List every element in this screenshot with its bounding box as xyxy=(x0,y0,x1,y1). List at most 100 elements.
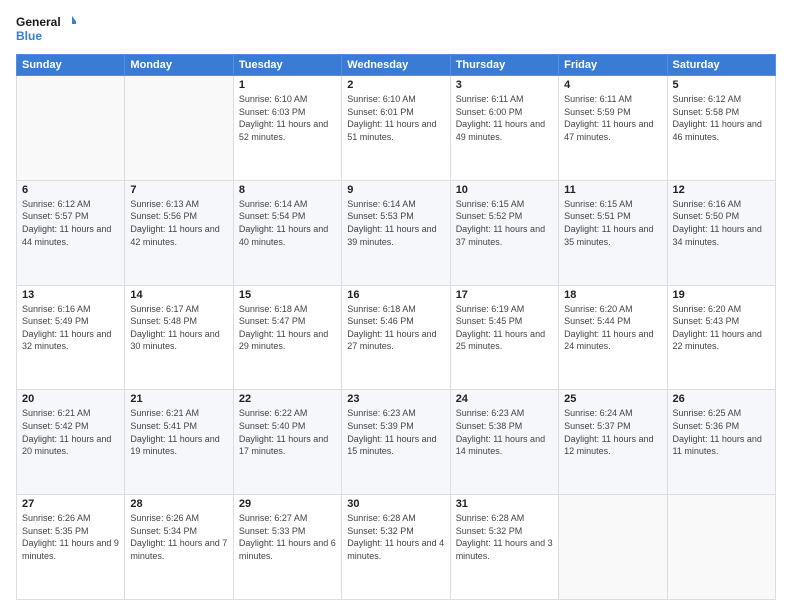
day-number: 5 xyxy=(673,79,770,91)
svg-text:General: General xyxy=(16,15,61,29)
weekday-header-monday: Monday xyxy=(125,55,233,76)
day-info: Sunrise: 6:28 AMSunset: 5:32 PMDaylight:… xyxy=(347,512,444,562)
calendar-cell: 6Sunrise: 6:12 AMSunset: 5:57 PMDaylight… xyxy=(17,180,125,285)
calendar-page: General Blue SundayMondayTuesdayWednesda… xyxy=(0,0,792,612)
day-number: 17 xyxy=(456,289,553,301)
calendar-cell: 17 Sunrise: 6:19 AMSunset: 5:45 PMDayligh… xyxy=(450,285,558,390)
calendar-cell: 8Sunrise: 6:14 AMSunset: 5:54 PMDaylight… xyxy=(233,180,341,285)
calendar-cell xyxy=(667,495,775,600)
calendar-cell: 30 Sunrise: 6:28 AMSunset: 5:32 PMDayligh… xyxy=(342,495,450,600)
calendar-week-row: 20 Sunrise: 6:21 AMSunset: 5:42 PMDayligh… xyxy=(17,390,776,495)
day-number: 12 xyxy=(673,184,770,196)
weekday-header-friday: Friday xyxy=(559,55,667,76)
day-info: Sunrise: 6:21 AMSunset: 5:41 PMDaylight:… xyxy=(130,407,227,457)
day-info: Sunrise: 6:23 AMSunset: 5:38 PMDaylight:… xyxy=(456,407,553,457)
day-info: Sunrise: 6:10 AMSunset: 6:01 PMDaylight:… xyxy=(347,93,444,143)
day-number: 24 xyxy=(456,393,553,405)
calendar-cell: 28 Sunrise: 6:26 AMSunset: 5:34 PMDayligh… xyxy=(125,495,233,600)
day-info: Sunrise: 6:26 AMSunset: 5:34 PMDaylight:… xyxy=(130,512,227,562)
day-number: 26 xyxy=(673,393,770,405)
day-info: Sunrise: 6:20 AMSunset: 5:44 PMDaylight:… xyxy=(564,303,661,353)
day-number: 21 xyxy=(130,393,227,405)
calendar-cell: 26Sunrise: 6:25 AMSunset: 5:36 PMDayligh… xyxy=(667,390,775,495)
day-info: Sunrise: 6:26 AMSunset: 5:35 PMDaylight:… xyxy=(22,512,119,562)
day-number: 3 xyxy=(456,79,553,91)
day-number: 9 xyxy=(347,184,444,196)
calendar-cell: 2 Sunrise: 6:10 AMSunset: 6:01 PMDaylight… xyxy=(342,76,450,181)
weekday-header-wednesday: Wednesday xyxy=(342,55,450,76)
calendar-week-row: 27 Sunrise: 6:26 AMSunset: 5:35 PMDayligh… xyxy=(17,495,776,600)
calendar-cell: 13 Sunrise: 6:16 AMSunset: 5:49 PMDayligh… xyxy=(17,285,125,390)
calendar-cell: 22 Sunrise: 6:22 AMSunset: 5:40 PMDayligh… xyxy=(233,390,341,495)
logo-svg: General Blue xyxy=(16,12,76,46)
day-number: 30 xyxy=(347,498,444,510)
calendar-cell: 7 Sunrise: 6:13 AMSunset: 5:56 PMDaylight… xyxy=(125,180,233,285)
calendar-body: 1 Sunrise: 6:10 AMSunset: 6:03 PMDaylight… xyxy=(17,76,776,600)
day-number: 13 xyxy=(22,289,119,301)
calendar-cell: 31 Sunrise: 6:28 AMSunset: 5:32 PMDayligh… xyxy=(450,495,558,600)
day-info: Sunrise: 6:11 AMSunset: 5:59 PMDaylight:… xyxy=(564,93,661,143)
weekday-header-saturday: Saturday xyxy=(667,55,775,76)
day-number: 16 xyxy=(347,289,444,301)
day-number: 10 xyxy=(456,184,553,196)
day-info: Sunrise: 6:16 AMSunset: 5:50 PMDaylight:… xyxy=(673,198,770,248)
day-info: Sunrise: 6:12 AMSunset: 5:58 PMDaylight:… xyxy=(673,93,770,143)
calendar-cell: 10Sunrise: 6:15 AMSunset: 5:52 PMDayligh… xyxy=(450,180,558,285)
calendar-cell: 11 Sunrise: 6:15 AMSunset: 5:51 PMDayligh… xyxy=(559,180,667,285)
calendar-cell: 16 Sunrise: 6:18 AMSunset: 5:46 PMDayligh… xyxy=(342,285,450,390)
day-number: 14 xyxy=(130,289,227,301)
calendar-cell: 14Sunrise: 6:17 AMSunset: 5:48 PMDayligh… xyxy=(125,285,233,390)
day-number: 28 xyxy=(130,498,227,510)
day-number: 20 xyxy=(22,393,119,405)
weekday-header-sunday: Sunday xyxy=(17,55,125,76)
day-info: Sunrise: 6:19 AMSunset: 5:45 PMDaylight:… xyxy=(456,303,553,353)
day-number: 2 xyxy=(347,79,444,91)
calendar-week-row: 6Sunrise: 6:12 AMSunset: 5:57 PMDaylight… xyxy=(17,180,776,285)
day-number: 18 xyxy=(564,289,661,301)
calendar-cell: 5 Sunrise: 6:12 AMSunset: 5:58 PMDaylight… xyxy=(667,76,775,181)
weekday-header-row: SundayMondayTuesdayWednesdayThursdayFrid… xyxy=(17,55,776,76)
calendar-week-row: 1 Sunrise: 6:10 AMSunset: 6:03 PMDaylight… xyxy=(17,76,776,181)
day-info: Sunrise: 6:27 AMSunset: 5:33 PMDaylight:… xyxy=(239,512,336,562)
day-number: 15 xyxy=(239,289,336,301)
calendar-cell: 1 Sunrise: 6:10 AMSunset: 6:03 PMDaylight… xyxy=(233,76,341,181)
logo: General Blue xyxy=(16,12,76,46)
calendar-cell: 23Sunrise: 6:23 AMSunset: 5:39 PMDayligh… xyxy=(342,390,450,495)
calendar-cell: 12 Sunrise: 6:16 AMSunset: 5:50 PMDayligh… xyxy=(667,180,775,285)
calendar-cell: 15 Sunrise: 6:18 AMSunset: 5:47 PMDayligh… xyxy=(233,285,341,390)
calendar-cell: 4 Sunrise: 6:11 AMSunset: 5:59 PMDaylight… xyxy=(559,76,667,181)
day-info: Sunrise: 6:24 AMSunset: 5:37 PMDaylight:… xyxy=(564,407,661,457)
day-info: Sunrise: 6:18 AMSunset: 5:47 PMDaylight:… xyxy=(239,303,336,353)
day-number: 25 xyxy=(564,393,661,405)
svg-text:Blue: Blue xyxy=(16,29,42,43)
calendar-cell xyxy=(559,495,667,600)
day-info: Sunrise: 6:16 AMSunset: 5:49 PMDaylight:… xyxy=(22,303,119,353)
day-info: Sunrise: 6:13 AMSunset: 5:56 PMDaylight:… xyxy=(130,198,227,248)
day-number: 29 xyxy=(239,498,336,510)
day-info: Sunrise: 6:21 AMSunset: 5:42 PMDaylight:… xyxy=(22,407,119,457)
day-info: Sunrise: 6:14 AMSunset: 5:53 PMDaylight:… xyxy=(347,198,444,248)
calendar-cell: 27 Sunrise: 6:26 AMSunset: 5:35 PMDayligh… xyxy=(17,495,125,600)
day-info: Sunrise: 6:11 AMSunset: 6:00 PMDaylight:… xyxy=(456,93,553,143)
day-info: Sunrise: 6:15 AMSunset: 5:51 PMDaylight:… xyxy=(564,198,661,248)
calendar-cell: 21 Sunrise: 6:21 AMSunset: 5:41 PMDayligh… xyxy=(125,390,233,495)
day-number: 7 xyxy=(130,184,227,196)
day-number: 22 xyxy=(239,393,336,405)
calendar-week-row: 13 Sunrise: 6:16 AMSunset: 5:49 PMDayligh… xyxy=(17,285,776,390)
day-number: 11 xyxy=(564,184,661,196)
day-number: 4 xyxy=(564,79,661,91)
calendar-cell: 20 Sunrise: 6:21 AMSunset: 5:42 PMDayligh… xyxy=(17,390,125,495)
day-info: Sunrise: 6:10 AMSunset: 6:03 PMDaylight:… xyxy=(239,93,336,143)
day-info: Sunrise: 6:18 AMSunset: 5:46 PMDaylight:… xyxy=(347,303,444,353)
weekday-header-thursday: Thursday xyxy=(450,55,558,76)
calendar-cell: 9 Sunrise: 6:14 AMSunset: 5:53 PMDaylight… xyxy=(342,180,450,285)
day-number: 27 xyxy=(22,498,119,510)
day-number: 6 xyxy=(22,184,119,196)
calendar-cell xyxy=(17,76,125,181)
day-number: 31 xyxy=(456,498,553,510)
day-info: Sunrise: 6:22 AMSunset: 5:40 PMDaylight:… xyxy=(239,407,336,457)
calendar-cell: 29 Sunrise: 6:27 AMSunset: 5:33 PMDayligh… xyxy=(233,495,341,600)
calendar-cell: 3 Sunrise: 6:11 AMSunset: 6:00 PMDaylight… xyxy=(450,76,558,181)
day-info: Sunrise: 6:28 AMSunset: 5:32 PMDaylight:… xyxy=(456,512,553,562)
day-number: 1 xyxy=(239,79,336,91)
